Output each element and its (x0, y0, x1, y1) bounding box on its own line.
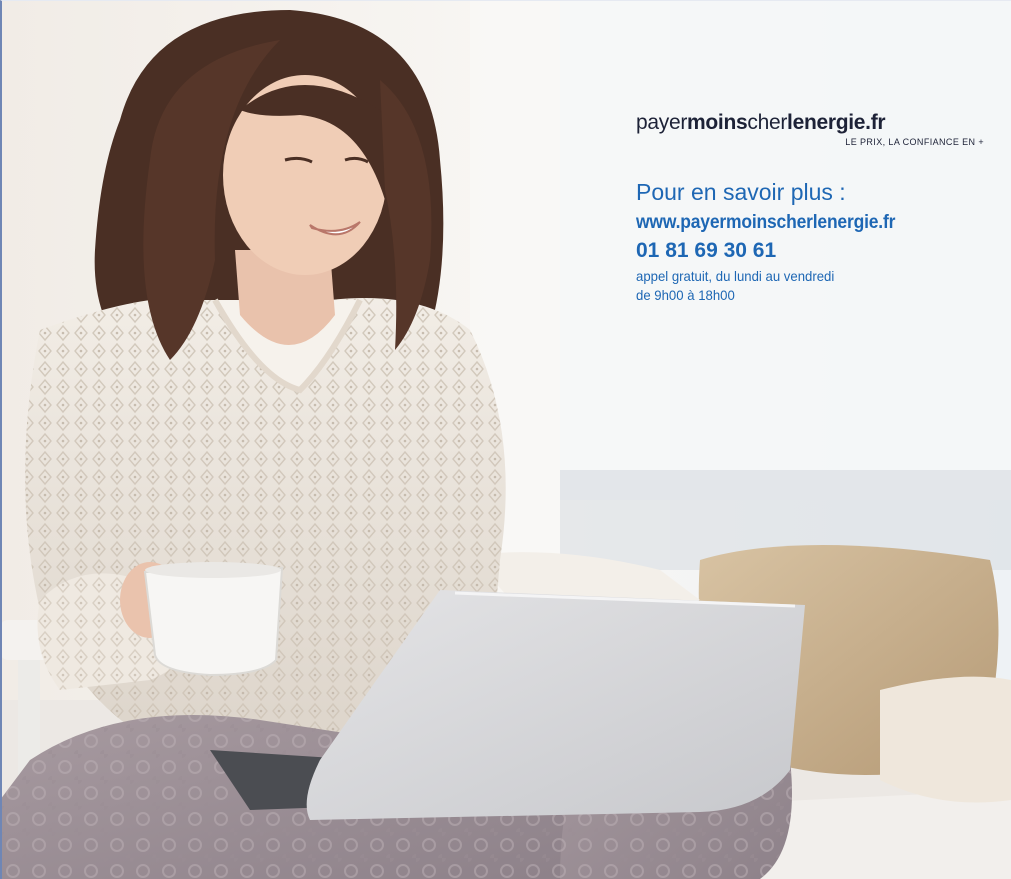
logo-part-lenergie: lenergie (787, 111, 866, 134)
cta-title: Pour en savoir plus : (636, 179, 846, 205)
website-link[interactable]: www.payermoinscherlenergie.fr (636, 210, 967, 235)
logo-tagline: LE PRIX, LA CONFIANCE EN + (845, 137, 984, 147)
logo-part-moins: moins (687, 111, 748, 134)
call-info-line-1: appel gratuit, du lundi au vendredi (636, 268, 835, 284)
call-info-line-2: de 9h00 à 18h00 (636, 287, 735, 303)
brand-logo[interactable]: payermoinscherlenergie.fr LE PRIX, LA CO… (636, 110, 984, 156)
phone-number-link[interactable]: 01 81 69 30 61 (636, 237, 996, 265)
logo-wordmark: payermoinscherlenergie.fr (636, 110, 984, 136)
logo-part-fr: .fr (865, 111, 886, 134)
logo-part-payer: payer (636, 111, 688, 134)
logo-part-cher: cher (747, 111, 788, 134)
contact-panel: payermoinscherlenergie.fr LE PRIX, LA CO… (636, 110, 996, 305)
